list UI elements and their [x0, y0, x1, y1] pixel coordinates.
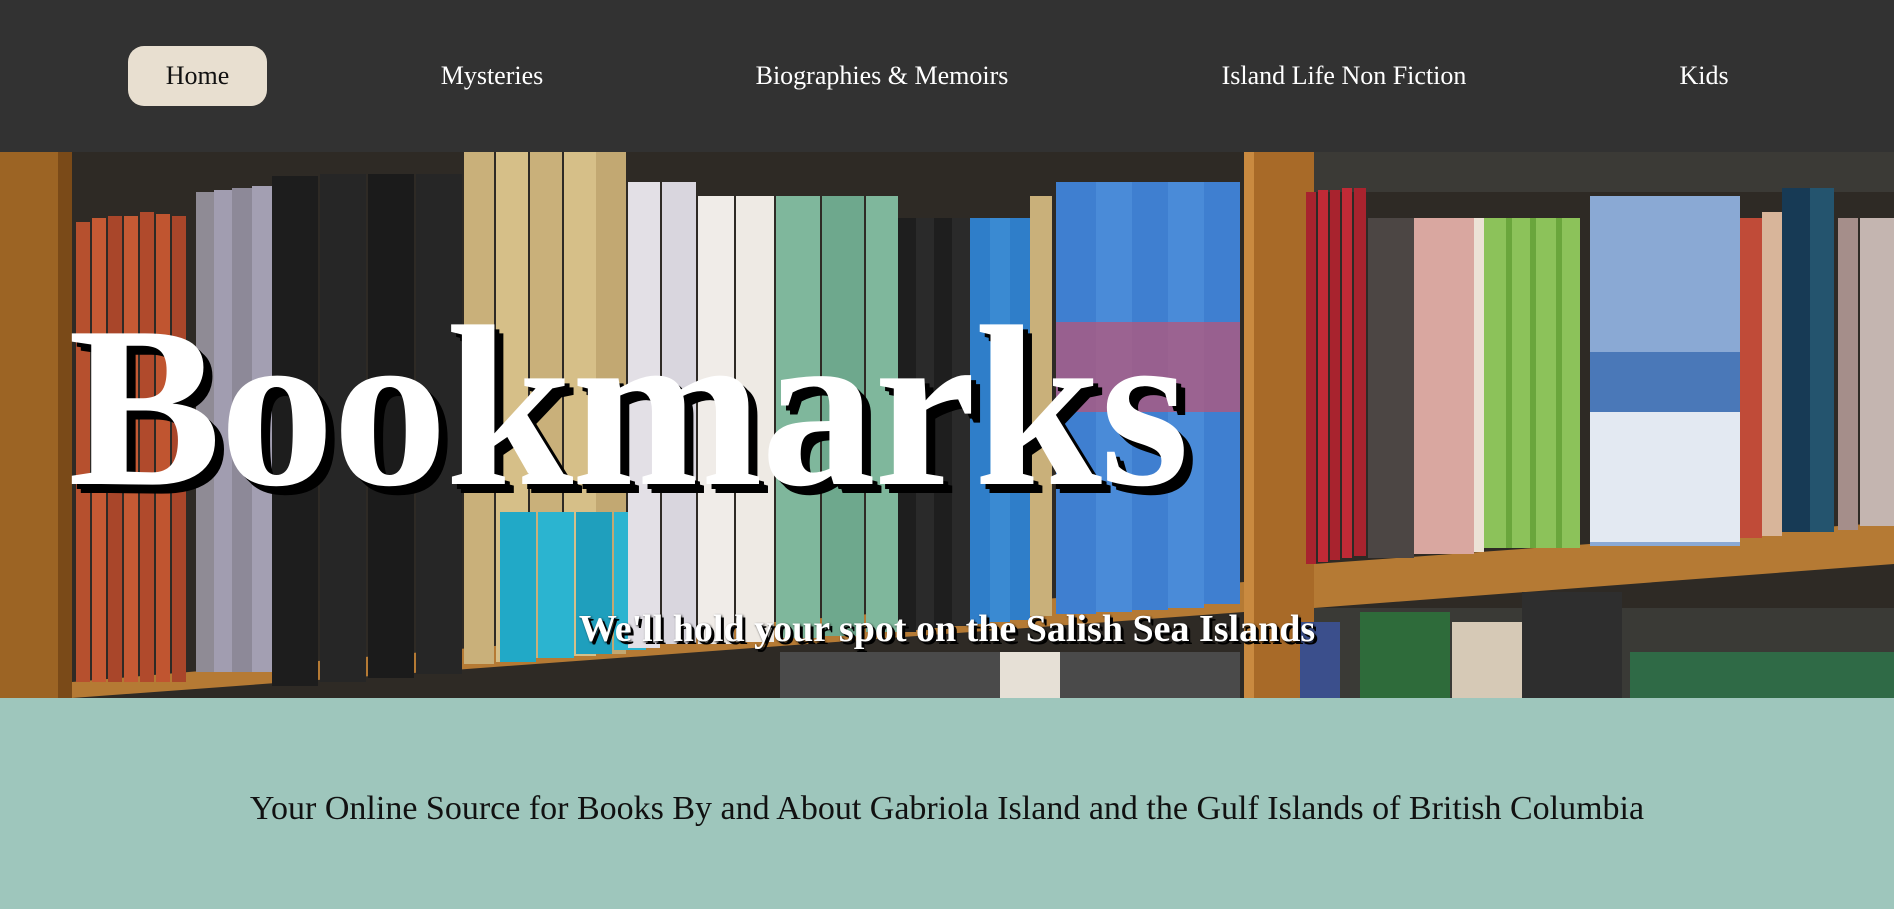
- top-navigation: Home Mysteries Biographies & Memoirs Isl…: [0, 0, 1894, 152]
- nav-item-home[interactable]: Home: [128, 46, 267, 106]
- intro-section: Your Online Source for Books By and Abou…: [0, 698, 1894, 909]
- hero-tagline: We'll hold your spot on the Salish Sea I…: [578, 608, 1316, 650]
- hero-title: Bookmarks: [68, 279, 1189, 534]
- hero-banner: Bookmarks We'll hold your spot on the Sa…: [0, 152, 1894, 699]
- nav-item-kids[interactable]: Kids: [1660, 46, 1748, 106]
- nav-item-island-life-non-fiction[interactable]: Island Life Non Fiction: [1206, 46, 1482, 106]
- nav-item-mysteries[interactable]: Mysteries: [420, 46, 564, 106]
- intro-text: Your Online Source for Books By and Abou…: [249, 790, 1645, 827]
- nav-item-biographies-memoirs[interactable]: Biographies & Memoirs: [740, 46, 1024, 106]
